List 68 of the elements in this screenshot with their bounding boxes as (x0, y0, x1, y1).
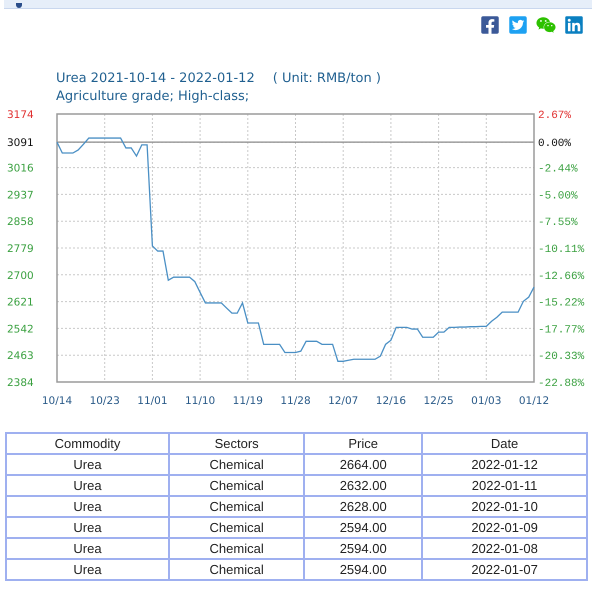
y-axis-label: 3016 (7, 162, 34, 175)
column-header: Commodity (6, 433, 170, 454)
table-cell: Urea (6, 496, 170, 517)
percent-axis-label: -20.33% (538, 351, 584, 364)
table-cell: 2628.00 (304, 496, 422, 517)
table-cell: 2022-01-12 (422, 454, 587, 475)
y-axis-label: 2779 (7, 243, 34, 255)
percent-axis-label: -10.11% (538, 244, 584, 256)
table-cell: Urea (6, 454, 170, 475)
table-cell: Chemical (169, 475, 304, 496)
table-cell: 2022-01-07 (422, 559, 587, 580)
x-axis-label: 01/12 (518, 395, 550, 407)
table-cell: Chemical (169, 559, 304, 580)
table-cell: Urea (6, 517, 170, 538)
table-cell: Chemical (169, 538, 304, 559)
y-axis-label: 2621 (7, 296, 34, 309)
y-axis-label: 3174 (7, 109, 34, 121)
wechat-icon[interactable] (536, 15, 556, 35)
twitter-icon[interactable] (508, 15, 528, 35)
x-axis-label: 11/01 (137, 395, 168, 407)
table-cell: 2022-01-08 (422, 538, 587, 559)
facebook-icon[interactable] (480, 15, 500, 35)
x-axis-label: 12/16 (376, 395, 406, 407)
y-axis-label: 2463 (7, 350, 34, 362)
x-axis-label: 01/03 (471, 395, 502, 407)
percent-axis-label: -17.77% (538, 324, 584, 336)
table-cell: Chemical (169, 496, 304, 517)
chart-subtitle: Agriculture grade; High-class; (56, 89, 250, 104)
table-cell: Chemical (169, 454, 304, 475)
column-header: Sectors (169, 433, 304, 454)
linkedin-icon[interactable] (564, 15, 584, 35)
y-axis-label: 2858 (7, 216, 34, 228)
percent-axis-label: -12.66% (538, 270, 584, 283)
percent-axis-label: -2.44% (538, 164, 578, 176)
y-axis-label: 3091 (7, 137, 34, 150)
table-cell: 2022-01-09 (422, 517, 587, 538)
x-axis-label: 10/23 (90, 395, 120, 407)
table-cell: Urea (6, 538, 170, 559)
table-cell: 2632.00 (304, 475, 422, 496)
table-cell: 2022-01-11 (422, 475, 587, 496)
percent-axis-label: -22.88% (538, 378, 584, 390)
table-cell: 2022-01-10 (422, 496, 587, 517)
column-header: Date (422, 433, 587, 454)
y-axis-label: 2542 (7, 323, 34, 336)
x-axis-label: 12/25 (423, 395, 454, 407)
x-axis-label: 11/19 (232, 395, 263, 407)
chart-title: Urea 2021-10-14 - 2022-01-12 (56, 71, 255, 86)
column-header: Price (304, 433, 422, 454)
y-axis-label: 2700 (7, 270, 34, 282)
x-axis-label: 11/28 (280, 395, 311, 407)
percent-axis-label: 0.00% (538, 138, 572, 150)
unit-label: ( Unit: RMB/ton ) (272, 71, 381, 86)
table-cell: 2594.00 (304, 538, 422, 559)
x-axis-label: 10/14 (42, 395, 72, 407)
percent-axis-label: 2.67% (538, 110, 572, 122)
y-axis-label: 2384 (7, 377, 34, 389)
percent-axis-label: -15.22% (538, 298, 584, 310)
percent-axis-label: -7.55% (538, 217, 578, 230)
y-axis-label: 2937 (7, 189, 34, 202)
table-cell: Urea (6, 559, 170, 580)
table-cell: Chemical (169, 517, 304, 538)
table-cell: 2594.00 (304, 517, 422, 538)
percent-axis-label: -5.00% (538, 190, 578, 202)
table-cell: Urea (6, 475, 170, 496)
table-cell: 2594.00 (304, 559, 422, 580)
x-axis-label: 12/07 (328, 395, 358, 407)
table-cell: 2664.00 (304, 454, 422, 475)
x-axis-label: 11/10 (184, 395, 216, 407)
